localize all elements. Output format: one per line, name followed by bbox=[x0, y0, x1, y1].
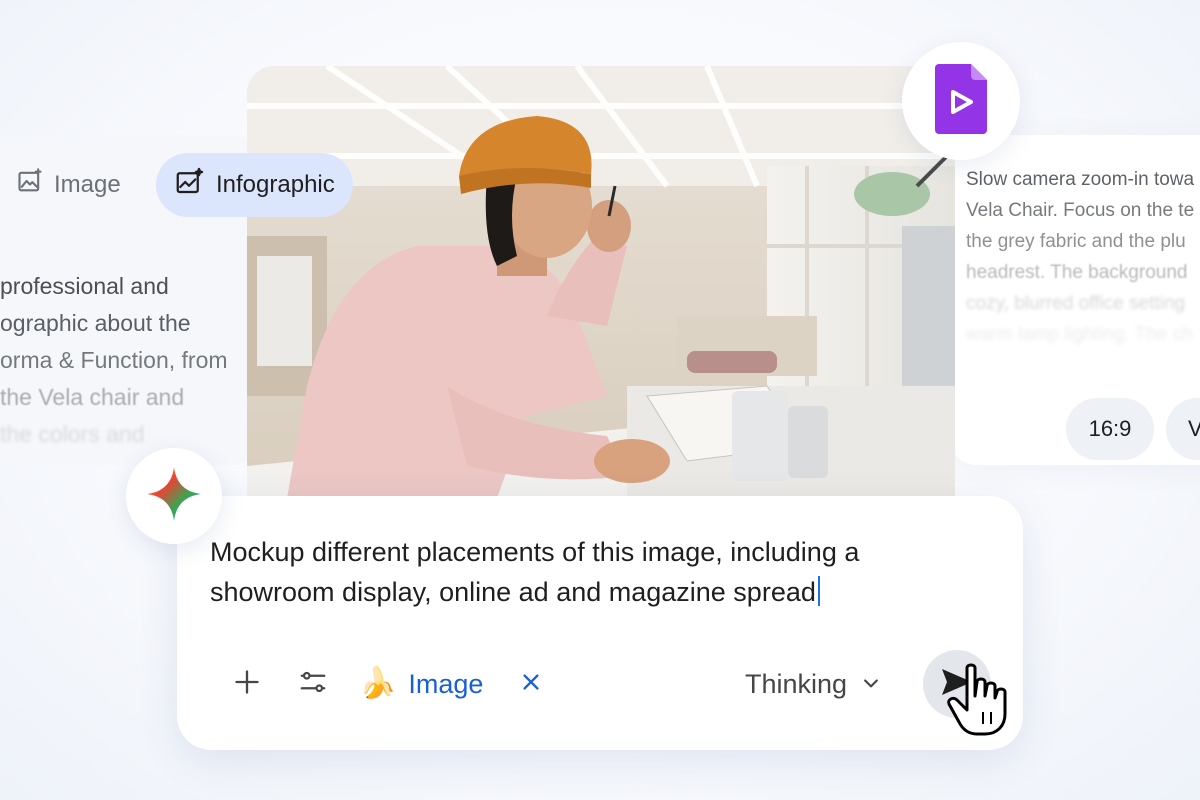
add-button[interactable] bbox=[227, 664, 267, 704]
plus-icon bbox=[233, 668, 261, 701]
marketing-stage: Image Infographic professional and ograp… bbox=[0, 0, 1200, 800]
video-file-bubble bbox=[902, 42, 1020, 160]
tools-button[interactable] bbox=[293, 664, 333, 704]
chip-image-label: Image bbox=[54, 170, 121, 198]
chip-infographic[interactable]: Infographic bbox=[156, 153, 353, 217]
infographic-icon bbox=[174, 167, 204, 204]
text-line: the colors and bbox=[0, 421, 145, 447]
text-line: headrest. The background bbox=[966, 262, 1188, 283]
right-prompt-text: Slow camera zoom-in towa Vela Chair. Foc… bbox=[966, 164, 1194, 350]
left-prompt-text: professional and ographic about the orma… bbox=[0, 268, 260, 453]
prompt-composer[interactable]: Mockup different placements of this imag… bbox=[177, 496, 1023, 750]
mode-label: Thinking bbox=[745, 668, 848, 699]
pointer-hand-icon bbox=[945, 662, 1017, 738]
composer-toolbar: 🍌 Image Thinking bbox=[177, 646, 1023, 722]
text-line: orma & Function, from bbox=[0, 347, 228, 373]
video-file-icon bbox=[935, 63, 987, 139]
remove-tool-button[interactable] bbox=[511, 664, 551, 704]
gemini-bubble bbox=[126, 448, 222, 544]
image-icon bbox=[16, 167, 44, 202]
text-line: cozy, blurred office setting bbox=[966, 293, 1185, 314]
aspect-ratio-pill[interactable]: 16:9 bbox=[1066, 398, 1154, 460]
prompt-text: Mockup different placements of this imag… bbox=[210, 537, 860, 607]
tune-icon bbox=[298, 667, 328, 702]
text-line: Vela Chair. Focus on the te bbox=[966, 200, 1195, 221]
text-line: warm lamp lighting. The ch bbox=[966, 324, 1193, 345]
chevron-down-icon bbox=[861, 669, 881, 700]
prompt-input[interactable]: Mockup different placements of this imag… bbox=[210, 532, 970, 612]
text-line: the Vela chair and bbox=[0, 384, 185, 410]
close-icon bbox=[520, 671, 542, 698]
text-caret bbox=[817, 576, 820, 606]
image-tool-label: Image bbox=[408, 668, 484, 699]
image-tool-chip[interactable]: 🍌 Image bbox=[359, 660, 483, 708]
gemini-sparkle-icon bbox=[145, 465, 203, 528]
text-line: Slow camera zoom-in towa bbox=[966, 169, 1195, 190]
photo-of-person-at-desk bbox=[247, 66, 955, 498]
text-line: professional and bbox=[0, 273, 169, 299]
chip-infographic-label: Infographic bbox=[216, 171, 335, 198]
mode-selector[interactable]: Thinking bbox=[745, 664, 881, 704]
banana-icon: 🍌 bbox=[359, 667, 397, 700]
text-line: the grey fabric and the plu bbox=[966, 231, 1186, 252]
chip-image[interactable]: Image bbox=[0, 153, 137, 216]
text-line: ographic about the bbox=[0, 310, 191, 336]
